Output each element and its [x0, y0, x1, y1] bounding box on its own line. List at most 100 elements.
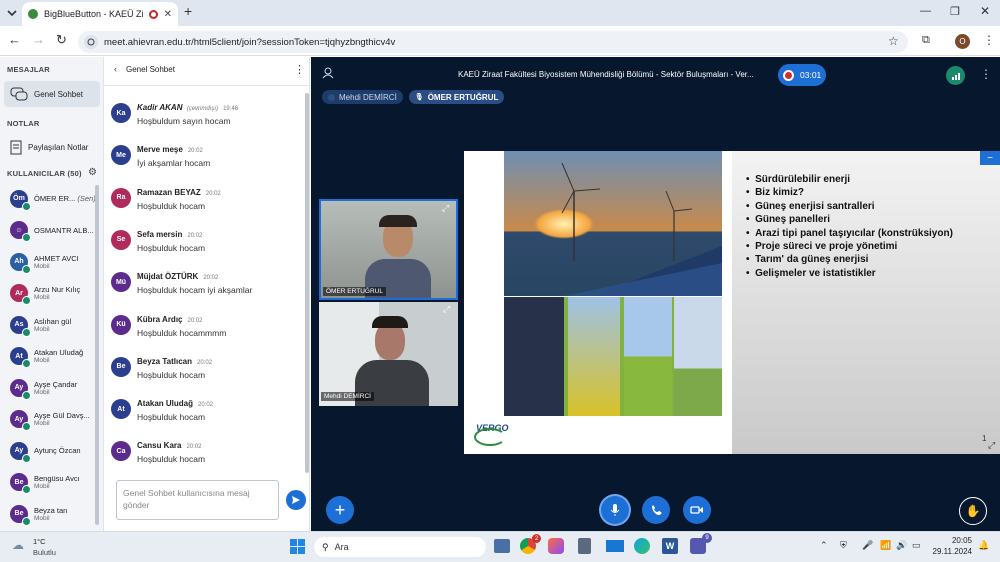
recording-indicator[interactable]: 03:01	[778, 64, 826, 86]
url-bar[interactable]: meet.ahievran.edu.tr/html5client/join?se…	[78, 31, 908, 53]
bookmark-star-icon[interactable]: ☆	[888, 34, 899, 48]
users-header: KULLANICILAR (50)	[7, 169, 82, 178]
slide-turbines	[561, 162, 722, 296]
extensions-icon[interactable]: ⧉	[922, 34, 930, 47]
slide-bullet: • Biz kimiz?	[746, 187, 804, 199]
user-list-item[interactable]: Ay Ayşe Çandar Mobil	[0, 372, 77, 403]
clock-date[interactable]: 29.11.2024	[930, 547, 972, 556]
mic-status-icon	[22, 390, 31, 400]
microphone-button[interactable]	[601, 496, 629, 524]
wifi-icon[interactable]: 📶	[880, 540, 891, 551]
plus-icon: +	[334, 500, 346, 520]
user-list-item[interactable]: Ay Ayşe Gül Davş... Mobil	[0, 404, 90, 435]
video-tile-mehdi[interactable]: ⤢ Mehdi DEMİRCİ	[319, 302, 458, 406]
message-sender: Merve meşe	[137, 145, 183, 155]
mail-icon[interactable]	[606, 540, 624, 552]
mic-status-icon	[22, 422, 31, 431]
video-tile-omer[interactable]: ⤢ ÖMER ERTUĞRUL	[319, 199, 458, 300]
share-webcam-button[interactable]	[683, 496, 711, 524]
reload-icon[interactable]: ↻	[56, 32, 67, 48]
mic-status-icon	[22, 264, 31, 274]
user-list-item[interactable]: At Atakan Uludağ Mobil	[0, 341, 83, 372]
close-window-icon[interactable]: ✕	[980, 4, 990, 18]
user-avatar: Be	[10, 504, 31, 526]
chat-message-input[interactable]: Genel Sohbet kullanıcısına mesaj gönder	[116, 480, 279, 520]
copilot-icon[interactable]	[548, 538, 564, 554]
forward-icon[interactable]: →	[32, 32, 45, 47]
back-icon[interactable]: ←	[8, 32, 21, 47]
user-list-item[interactable]: As Aslıhan gül Mobil	[0, 309, 71, 340]
calculator-icon[interactable]	[578, 538, 591, 554]
user-list-item[interactable]: ☺ OSMANTR ALB...	[0, 215, 94, 246]
notification-bell-icon[interactable]: 🔔	[978, 540, 989, 551]
teams-badge: 9	[702, 533, 712, 543]
user-client-type: Mobil	[34, 514, 50, 522]
video-label: ÖMER ERTUĞRUL	[323, 287, 386, 296]
security-icon[interactable]: ⛨	[840, 540, 847, 551]
user-list-item[interactable]: Ar Arzu Nur Kılıç Mobil	[0, 278, 80, 309]
new-tab-icon[interactable]: +	[184, 3, 192, 19]
user-avatar: At	[10, 347, 31, 368]
message-sender: Beyza Tatlıcan	[137, 356, 192, 366]
shared-notes-item[interactable]: Paylaşılan Notlar	[10, 137, 88, 157]
message-avatar: Ka	[111, 103, 131, 123]
tab-title: BigBlueButton - KAEÜ Zira	[44, 9, 143, 19]
show-hidden-icons[interactable]: ⌃	[820, 540, 828, 551]
public-chat-item[interactable]: Genel Sohbet	[4, 81, 100, 107]
user-list-item[interactable]: Öm ÖMER ER... (Sen)	[0, 183, 96, 214]
start-windows-icon[interactable]	[290, 539, 305, 554]
minimize-icon[interactable]: —	[920, 5, 931, 17]
mic-tray-icon[interactable]: 🎤	[862, 540, 873, 551]
user-avatar: Ay	[10, 410, 31, 431]
send-message-button[interactable]	[286, 490, 306, 510]
profile-avatar[interactable]: O	[955, 34, 970, 49]
task-view-icon[interactable]	[494, 539, 510, 553]
tab-close-icon[interactable]: ✕	[164, 9, 172, 20]
slide-bullet: • Güneş panelleri	[746, 214, 831, 226]
user-list-toggle-icon[interactable]	[322, 67, 336, 79]
user-avatar: Öm	[10, 189, 31, 211]
user-name: Ayşe Gül Davş...	[34, 411, 90, 420]
tab-search-icon[interactable]	[6, 7, 18, 19]
talker-pill-mehdi[interactable]: Mehdi DEMİRCİ	[322, 90, 403, 104]
user-list-item[interactable]: Be Bengüsu Avcı Mobil	[0, 467, 80, 498]
chat-message-list: Ka Kadir AKAN (çevrimdışı) 19:46 Hoşbuldum …	[104, 57, 300, 477]
expand-video-icon[interactable]: ⤢	[443, 304, 450, 315]
connection-status-icon[interactable]	[946, 66, 965, 85]
temperature: 1°C	[33, 537, 46, 546]
mic-status-icon	[22, 485, 31, 494]
battery-icon[interactable]: ▭	[912, 540, 921, 551]
meeting-options-icon[interactable]: ⋮	[980, 67, 992, 81]
edge-icon[interactable]	[634, 538, 650, 554]
slide-bullet: • Arazi tipi panel taşıyıcılar (konstrük…	[746, 227, 953, 239]
user-list-item[interactable]: Be Beyza tan Mobil	[0, 498, 67, 529]
raise-hand-button[interactable]: ✋	[959, 497, 987, 525]
message-time: 20:02	[186, 444, 202, 451]
message-time: 20:02	[187, 148, 203, 155]
mic-icon: 🎙	[414, 94, 424, 101]
site-info-icon[interactable]	[84, 35, 98, 49]
fullscreen-icon[interactable]: ⤢	[988, 440, 995, 451]
user-name: Aslıhan gül	[34, 316, 72, 326]
actions-plus-button[interactable]: +	[326, 496, 354, 524]
leave-audio-button[interactable]	[642, 496, 670, 524]
user-list-scrollbar[interactable]	[95, 185, 99, 525]
chat-scrollbar[interactable]	[305, 93, 309, 473]
browser-tab[interactable]: BigBlueButton - KAEÜ Zira ✕	[22, 2, 178, 26]
message-avatar: Se	[111, 229, 131, 250]
browser-menu-icon[interactable]: ⋮	[983, 33, 995, 47]
taskbar-search-box[interactable]: ⚲ Ara	[314, 537, 486, 557]
user-list-item[interactable]: Ah AHMET AVCI Mobil	[0, 246, 79, 277]
expand-video-icon[interactable]: ⤢	[442, 203, 449, 214]
clock-time[interactable]: 20:05	[940, 536, 972, 545]
notes-header: NOTLAR	[7, 119, 40, 128]
presentation-slide[interactable]: VERGO	[464, 151, 1000, 454]
users-settings-gear-icon[interactable]: ⚙	[88, 167, 97, 178]
talker-pill-omer[interactable]: 🎙 ÖMER ERTUĞRUL	[408, 90, 505, 104]
minimize-presentation-button[interactable]: −	[980, 151, 1000, 165]
meeting-title: KAEÜ Ziraat Fakültesi Biyosistem Mühendi…	[458, 70, 754, 79]
restore-icon[interactable]: ❐	[950, 5, 960, 18]
word-icon[interactable]: W	[662, 538, 678, 554]
user-list-item[interactable]: Ay Aytunç Özcan	[0, 435, 81, 466]
volume-icon[interactable]: 🔊	[896, 540, 907, 551]
